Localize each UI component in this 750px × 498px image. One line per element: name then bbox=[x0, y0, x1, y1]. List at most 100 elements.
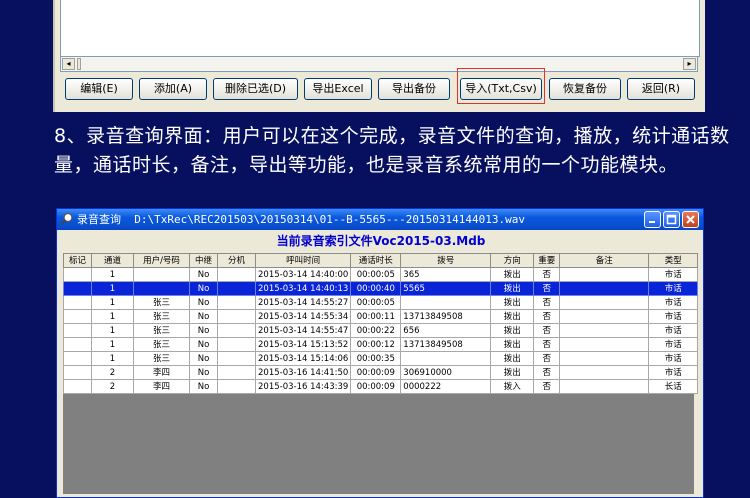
cell-channel: 2 bbox=[91, 365, 134, 380]
cell-duration: 00:00:22 bbox=[350, 323, 402, 338]
cell-mark bbox=[63, 295, 92, 310]
cell-note bbox=[559, 351, 650, 366]
cell-type: 市话 bbox=[648, 337, 699, 352]
cell-important: 否 bbox=[533, 295, 561, 310]
cell-call-time: 2015-03-14 15:13:52 bbox=[254, 337, 352, 352]
cell-call-time: 2015-03-14 14:40:13 bbox=[254, 281, 352, 296]
maximize-icon[interactable] bbox=[663, 211, 680, 228]
cell-type: 市话 bbox=[648, 309, 699, 324]
cell-direction: 拨入 bbox=[490, 379, 535, 394]
cell-direction: 拨出 bbox=[490, 365, 535, 380]
cell-duration: 00:00:40 bbox=[350, 281, 402, 296]
cell-mark bbox=[63, 267, 92, 282]
table-row[interactable]: 1 张三 No 2015-03-14 14:55:34 00:00:11 13713849… bbox=[63, 309, 699, 324]
cell-call-time: 2015-03-14 14:55:34 bbox=[254, 309, 352, 324]
cell-user: 张三 bbox=[133, 337, 190, 352]
cell-dial bbox=[400, 295, 492, 310]
cell-important: 否 bbox=[533, 379, 561, 394]
cell-trunk: No bbox=[189, 365, 218, 380]
cell-mark bbox=[63, 323, 92, 338]
horizontal-scrollbar[interactable]: ◂ ▸ bbox=[60, 56, 698, 72]
col-duration[interactable]: 通话时长 bbox=[350, 253, 402, 268]
table-row[interactable]: 1 No 2015-03-14 14:40:13 00:00:40 5565 拨出否 市话 bbox=[63, 281, 699, 296]
cell-call-time: 2015-03-14 14:55:27 bbox=[254, 295, 352, 310]
cell-user: 李四 bbox=[133, 379, 190, 394]
table-row[interactable]: 1 张三 No 2015-03-14 14:55:27 00:00:05 拨出否 市话 bbox=[63, 295, 699, 310]
scroll-thumb[interactable] bbox=[77, 58, 81, 70]
table-row[interactable]: 2 李四 No 2015-03-16 14:43:39 00:00:09 0000222 拨… bbox=[63, 379, 699, 394]
cell-type: 市话 bbox=[648, 323, 699, 338]
cell-direction: 拨出 bbox=[490, 351, 535, 366]
delete-selected-button[interactable]: 删除已选(D) bbox=[213, 78, 298, 100]
table-header-row: 标记 通道 用户/号码 中继 分机 呼叫时间 通话时长 拨号 方向 重要 备注 … bbox=[63, 253, 699, 268]
window-title: 录音查询 bbox=[77, 213, 121, 226]
table-row[interactable]: 1 张三 No 2015-03-14 14:55:47 00:00:22 656 拨出否 市话 bbox=[63, 323, 699, 338]
cell-channel: 1 bbox=[91, 351, 134, 366]
cell-note bbox=[559, 365, 650, 380]
cell-call-time: 2015-03-16 14:41:50 bbox=[254, 365, 352, 380]
col-note[interactable]: 备注 bbox=[559, 253, 650, 268]
cell-ext bbox=[217, 295, 256, 310]
cell-trunk: No bbox=[189, 337, 218, 352]
cell-mark bbox=[63, 351, 92, 366]
cell-call-time: 2015-03-14 14:55:47 bbox=[254, 323, 352, 338]
table-row[interactable]: 2 李四 No 2015-03-16 14:41:50 00:00:09 30691000… bbox=[63, 365, 699, 380]
cell-trunk: No bbox=[189, 309, 218, 324]
grid-empty-area bbox=[63, 394, 694, 494]
add-button[interactable]: 添加(A) bbox=[139, 78, 207, 100]
cell-call-time: 2015-03-14 15:14:06 bbox=[254, 351, 352, 366]
cell-direction: 拨出 bbox=[490, 323, 535, 338]
recording-query-window: 录音查询 D:\TxRec\REC201503\20150314\01--B-5… bbox=[56, 208, 704, 498]
description-text: 8、录音查询界面：用户可以在这个完成，录音文件的查询，播放，统计通话数量，通话时… bbox=[54, 125, 730, 176]
recording-table[interactable]: 标记 通道 用户/号码 中继 分机 呼叫时间 通话时长 拨号 方向 重要 备注 … bbox=[63, 253, 699, 394]
title-bar[interactable]: 录音查询 D:\TxRec\REC201503\20150314\01--B-5… bbox=[57, 209, 703, 230]
col-user[interactable]: 用户/号码 bbox=[133, 253, 190, 268]
cell-user bbox=[133, 281, 190, 296]
table-row[interactable]: 1 No 2015-03-14 14:40:00 00:00:05 365 拨出否 市话 bbox=[63, 267, 699, 282]
cell-channel: 1 bbox=[91, 323, 134, 338]
record-list-area[interactable] bbox=[60, 0, 700, 57]
cell-channel: 1 bbox=[91, 295, 134, 310]
cell-direction: 拨出 bbox=[490, 295, 535, 310]
cell-trunk: No bbox=[189, 379, 218, 394]
col-call-time[interactable]: 呼叫时间 bbox=[254, 253, 352, 268]
export-backup-button[interactable]: 导出备份 bbox=[378, 78, 450, 100]
cell-duration: 00:00:09 bbox=[350, 365, 402, 380]
cell-note bbox=[559, 309, 650, 324]
col-trunk[interactable]: 中继 bbox=[189, 253, 218, 268]
col-important[interactable]: 重要 bbox=[533, 253, 561, 268]
cell-type: 市话 bbox=[648, 267, 699, 282]
minimize-icon[interactable] bbox=[644, 211, 661, 228]
edit-button[interactable]: 编辑(E) bbox=[65, 78, 133, 100]
cell-ext bbox=[217, 323, 256, 338]
cell-dial: 13713849508 bbox=[400, 337, 492, 352]
top-window-fragment: ◂ ▸ 编辑(E) 添加(A) 删除已选(D) 导出Excel 导出备份 导入(… bbox=[53, 0, 705, 112]
cell-duration: 00:00:12 bbox=[350, 337, 402, 352]
col-dial[interactable]: 拨号 bbox=[400, 253, 492, 268]
cell-ext bbox=[217, 267, 256, 282]
restore-backup-button[interactable]: 恢复备份 bbox=[549, 78, 621, 100]
close-icon[interactable] bbox=[682, 211, 699, 228]
scroll-left-icon[interactable]: ◂ bbox=[62, 58, 75, 70]
cell-type: 长话 bbox=[648, 379, 699, 394]
table-row[interactable]: 1 张三 No 2015-03-14 15:14:06 00:00:35 拨出否 市话 bbox=[63, 351, 699, 366]
scroll-right-icon[interactable]: ▸ bbox=[683, 58, 696, 70]
cell-mark bbox=[63, 379, 92, 394]
cell-ext bbox=[217, 281, 256, 296]
col-mark[interactable]: 标记 bbox=[63, 253, 92, 268]
cell-type: 市话 bbox=[648, 351, 699, 366]
col-channel[interactable]: 通道 bbox=[91, 253, 134, 268]
cell-channel: 1 bbox=[91, 267, 134, 282]
return-button[interactable]: 返回(R) bbox=[627, 78, 695, 100]
col-direction[interactable]: 方向 bbox=[490, 253, 535, 268]
col-ext[interactable]: 分机 bbox=[217, 253, 256, 268]
table-row[interactable]: 1 张三 No 2015-03-14 15:13:52 00:00:12 13713849… bbox=[63, 337, 699, 352]
cell-duration: 00:00:11 bbox=[350, 309, 402, 324]
cell-note bbox=[559, 337, 650, 352]
cell-direction: 拨出 bbox=[490, 281, 535, 296]
cell-user: 张三 bbox=[133, 351, 190, 366]
export-excel-button[interactable]: 导出Excel bbox=[304, 78, 372, 100]
col-type[interactable]: 类型 bbox=[648, 253, 699, 268]
cell-trunk: No bbox=[189, 267, 218, 282]
grid-title: 当前录音索引文件Voc2015-03.Mdb bbox=[276, 234, 486, 248]
